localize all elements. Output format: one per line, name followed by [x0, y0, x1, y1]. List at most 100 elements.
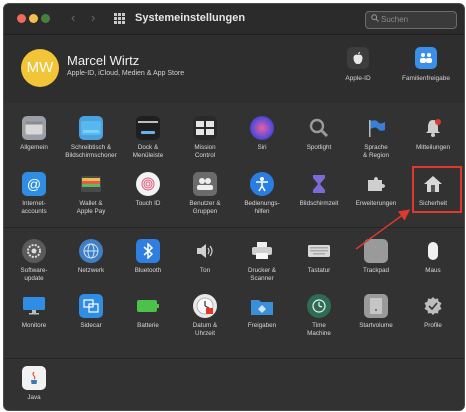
preferences-grid: Allgemein Schreibtisch & Bildschirmschon… — [4, 104, 464, 410]
time-machine-icon — [307, 294, 331, 318]
pref-label: Wallet & Apple Pay — [76, 200, 106, 215]
pref-notifications[interactable]: Mitteilungen — [407, 116, 459, 172]
disk-icon — [364, 294, 388, 318]
window-title: Systemeinstellungen — [135, 12, 246, 24]
pref-label: Bluetooth — [134, 267, 162, 274]
pref-label: Tastatur — [307, 267, 331, 274]
pref-printers-scanners[interactable]: Drucker & Scanner — [236, 239, 288, 295]
bell-icon — [421, 116, 445, 140]
pref-label: Erweiterungen — [355, 200, 397, 207]
pref-displays[interactable]: Monitore — [8, 294, 60, 350]
flag-icon — [364, 116, 388, 140]
general-icon — [22, 116, 46, 140]
pref-label: Time Machine — [307, 322, 331, 337]
pref-extensions[interactable]: Erweiterungen — [350, 172, 402, 228]
pref-sidecar[interactable]: Sidecar — [65, 294, 117, 350]
pref-dock-menubar[interactable]: Dock & Menüleiste — [122, 116, 174, 172]
pref-family-sharing[interactable]: Familienfreigabe — [394, 47, 458, 82]
pref-label: Startvolume — [359, 322, 393, 329]
pref-label: Spotlight — [306, 144, 332, 151]
pref-label: Sprache & Region — [363, 144, 389, 159]
pref-battery[interactable]: Batterie — [122, 294, 174, 350]
apple-logo-icon — [347, 47, 369, 69]
monitor-icon — [22, 294, 46, 318]
pref-sound[interactable]: Ton — [179, 239, 231, 295]
minimize-window-button[interactable] — [29, 14, 38, 23]
pref-apple-id[interactable]: Apple-ID — [326, 47, 390, 82]
pref-label: Mitteilungen — [416, 144, 450, 151]
pref-trackpad[interactable]: Trackpad — [350, 239, 402, 295]
pref-accessibility[interactable]: Bedienungs- hilfen — [236, 172, 288, 228]
pref-siri[interactable]: Siri — [236, 116, 288, 172]
pref-label: Maus — [425, 267, 441, 274]
pref-mission-control[interactable]: Mission Control — [179, 116, 231, 172]
show-all-grid-icon[interactable] — [114, 13, 125, 24]
pref-label: Monitore — [21, 322, 47, 329]
pref-label: Mission Control — [194, 144, 216, 159]
pref-profiles[interactable]: Profile — [407, 294, 459, 350]
pref-language-region[interactable]: Sprache & Region — [350, 116, 402, 172]
speaker-icon — [193, 239, 217, 263]
pref-spotlight[interactable]: Spotlight — [293, 116, 345, 172]
avatar[interactable]: MW — [21, 49, 59, 87]
close-window-button[interactable] — [17, 14, 26, 23]
pref-label: Sidecar — [80, 322, 102, 329]
pref-wallet-applepay[interactable]: Wallet & Apple Pay — [65, 172, 117, 228]
apple-id-label: Apple-ID — [345, 75, 371, 82]
pref-network[interactable]: Netzwerk — [65, 239, 117, 295]
pref-label: Benutzer & Gruppen — [189, 200, 221, 215]
pref-sharing[interactable]: Freigaben — [236, 294, 288, 350]
user-subtitle: Apple-ID, iCloud, Medien & App Store — [67, 70, 185, 77]
pref-label: Software- update — [20, 267, 48, 282]
pref-java[interactable]: Java — [8, 366, 60, 410]
pref-label: Schreibtisch & Bildschirmschoner — [65, 144, 117, 159]
pref-label: Dock & Menüleiste — [132, 144, 164, 159]
pref-time-machine[interactable]: Time Machine — [293, 294, 345, 350]
pref-label: Batterie — [137, 322, 159, 329]
pref-label: Profile — [424, 322, 442, 329]
users-icon — [193, 172, 217, 196]
keyboard-icon — [307, 239, 331, 263]
pref-screen-time[interactable]: Bildschirmzeit — [293, 172, 345, 228]
pref-label: Trackpad — [362, 267, 389, 274]
pref-label: Java — [27, 394, 41, 401]
forward-arrow-icon[interactable]: › — [91, 11, 95, 25]
pref-startup-disk[interactable]: Startvolume — [350, 294, 402, 350]
globe-icon — [79, 239, 103, 263]
pref-label: Bedienungs- hilfen — [244, 200, 280, 215]
account-header: MW Marcel Wirtz Apple-ID, iCloud, Medien… — [4, 35, 464, 103]
fingerprint-icon — [136, 172, 160, 196]
pref-software-update[interactable]: Software- update — [8, 239, 60, 295]
pref-users-groups[interactable]: Benutzer & Gruppen — [179, 172, 231, 228]
siri-icon — [250, 116, 274, 140]
folder-icon — [250, 294, 274, 318]
battery-icon — [136, 294, 160, 318]
pref-internet-accounts[interactable]: @ Internet- accounts — [8, 172, 60, 228]
pref-label: Touch ID — [135, 200, 161, 207]
search-input[interactable] — [381, 14, 451, 25]
pref-touch-id[interactable]: Touch ID — [122, 172, 174, 228]
pref-desktop-screensaver[interactable]: Schreibtisch & Bildschirmschoner — [65, 116, 117, 172]
java-icon — [22, 366, 46, 390]
title-bar: ‹ › Systemeinstellungen — [4, 4, 464, 35]
pref-keyboard[interactable]: Tastatur — [293, 239, 345, 295]
puzzle-icon — [364, 172, 388, 196]
accessibility-icon — [250, 172, 274, 196]
family-icon — [415, 47, 437, 69]
at-icon: @ — [22, 172, 46, 196]
mission-control-icon — [193, 116, 217, 140]
section-divider — [4, 358, 464, 359]
pref-mouse[interactable]: Maus — [407, 239, 459, 295]
pref-bluetooth[interactable]: Bluetooth — [122, 239, 174, 295]
back-arrow-icon[interactable]: ‹ — [71, 11, 75, 25]
pref-label: Drucker & Scanner — [248, 267, 276, 282]
pref-date-time[interactable]: Datum & Uhrzeit — [179, 294, 231, 350]
user-name: Marcel Wirtz — [67, 53, 140, 68]
bluetooth-icon — [136, 239, 160, 263]
mouse-icon — [421, 239, 445, 263]
pref-label: Internet- accounts — [21, 200, 47, 215]
search-field[interactable] — [365, 11, 457, 29]
zoom-window-button[interactable] — [41, 14, 50, 23]
trackpad-icon — [364, 239, 388, 263]
pref-general[interactable]: Allgemein — [8, 116, 60, 172]
